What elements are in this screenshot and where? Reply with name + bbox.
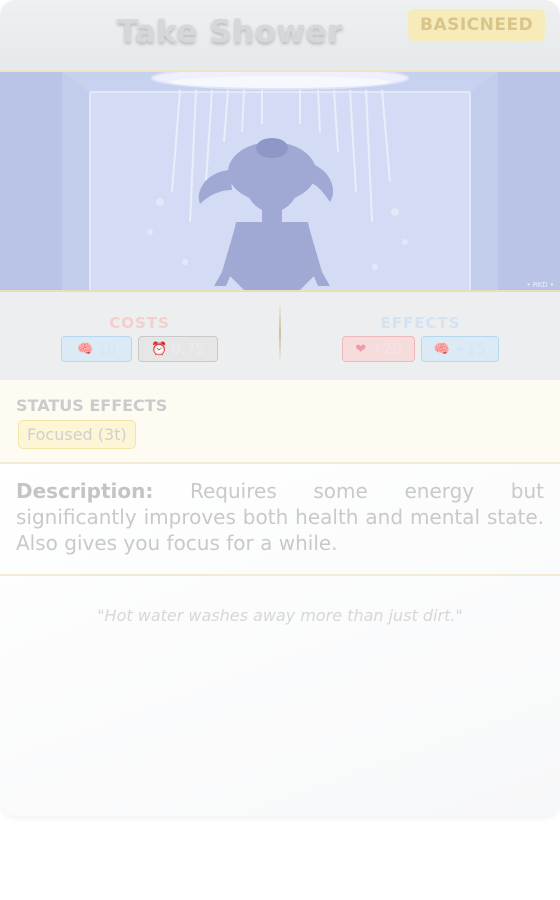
cost-energy-value: 10 [97, 340, 117, 358]
divider [0, 574, 560, 576]
effects-heading: EFFECTS [380, 314, 461, 332]
type-badge: BASICNEED [408, 9, 546, 41]
costs-heading: COSTS [109, 314, 170, 332]
costs-section: COSTS 🧠 10 ⏰ 0.75 [0, 314, 279, 362]
heart-icon: ❤ [355, 341, 367, 357]
shower-illustration [0, 72, 560, 290]
card-description: Description: Requires some energy but si… [16, 478, 544, 556]
status-effects-section: STATUS EFFECTS Focused (3t) [0, 380, 560, 464]
brain-icon: 🧠 [433, 341, 451, 357]
flavor-quote: "Hot water washes away more than just di… [97, 606, 463, 625]
action-card[interactable]: Take Shower BASICNEED • RKD • COSTS 🧠 10… [0, 0, 560, 816]
stats-panel: COSTS 🧠 10 ⏰ 0.75 EFFECTS ❤ +20 🧠 +15 [0, 292, 560, 380]
card-title: Take Shower [117, 14, 343, 50]
card-header: Take Shower BASICNEED [0, 0, 560, 72]
effect-mental-pill: 🧠 +15 [420, 336, 499, 362]
cost-time-value: 0.75 [171, 340, 205, 358]
status-effects-heading: STATUS EFFECTS [16, 396, 168, 415]
effects-section: EFFECTS ❤ +20 🧠 +15 [281, 314, 560, 362]
status-chip-focused: Focused (3t) [18, 420, 136, 449]
cost-energy-pill: 🧠 10 [61, 336, 133, 362]
clock-icon: ⏰ [151, 341, 168, 357]
art-credit: • RKD • [526, 281, 554, 289]
cost-time-pill: ⏰ 0.75 [138, 336, 218, 362]
effect-health-pill: ❤ +20 [342, 336, 415, 362]
effect-mental-value: +15 [454, 340, 486, 358]
card-artwork: • RKD • [0, 72, 560, 292]
description-label: Description: [16, 479, 154, 503]
effect-health-value: +20 [370, 340, 402, 358]
brain-icon: 🧠 [77, 341, 94, 357]
